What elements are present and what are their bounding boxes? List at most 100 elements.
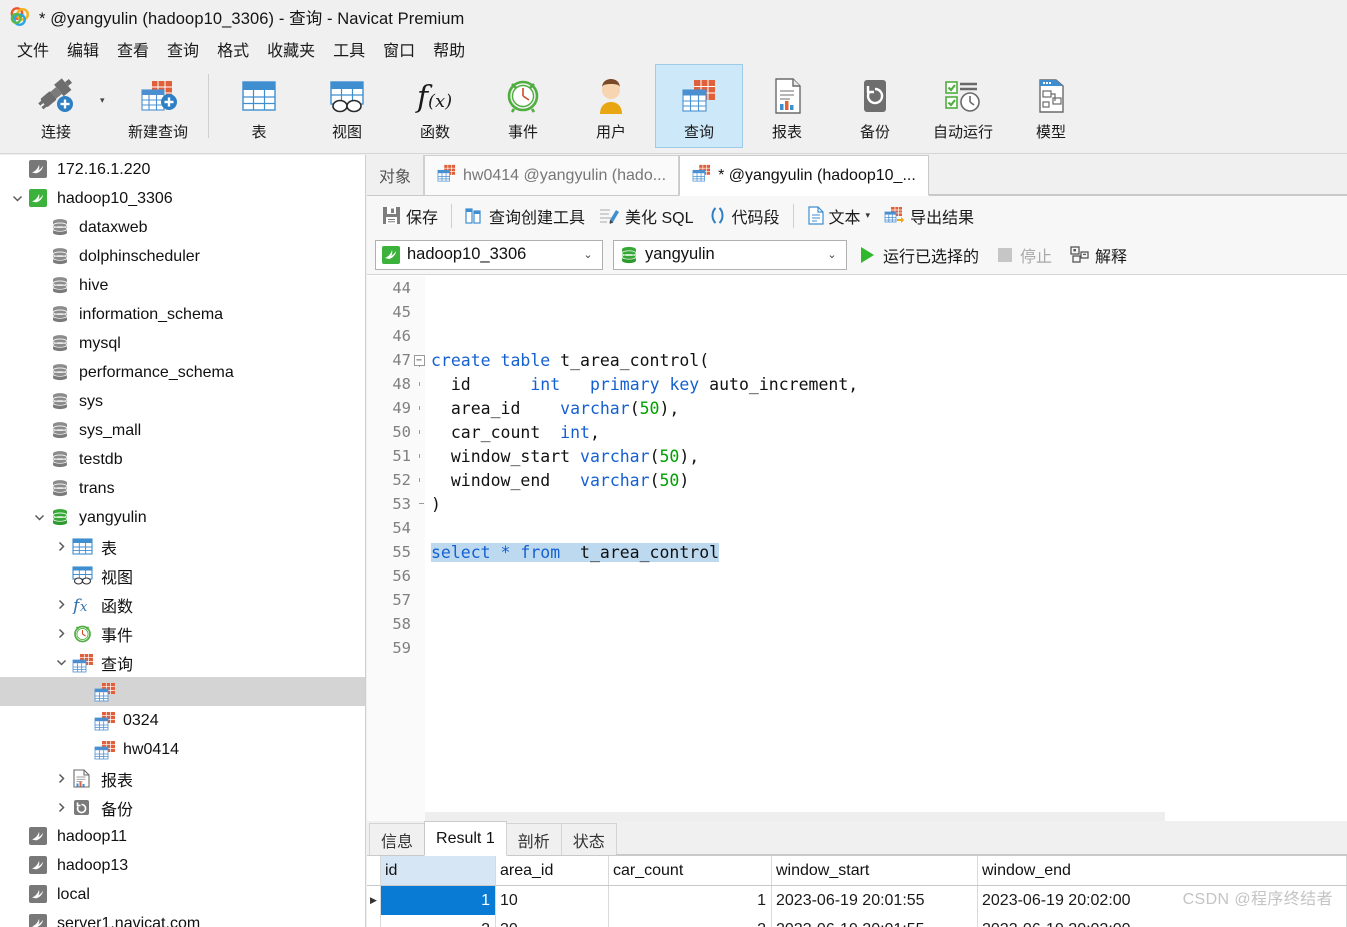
code-line[interactable]: 49 area_id varchar(50), xyxy=(367,396,1347,420)
toolbar-table-button[interactable]: 表 xyxy=(215,64,303,148)
grid-cell[interactable]: 30 xyxy=(496,915,609,927)
chevron-down-icon[interactable] xyxy=(50,657,72,668)
fold-toggle-icon[interactable]: − xyxy=(411,354,427,367)
menu-file[interactable]: 文件 xyxy=(8,35,58,63)
grid-column-header[interactable]: window_start xyxy=(772,856,978,885)
grid-cell[interactable]: 10 xyxy=(496,886,609,915)
text-button[interactable]: 文本 ▾ xyxy=(800,201,878,231)
tree-item-hadoop11[interactable]: hadoop11 xyxy=(0,822,365,851)
toolbar-function-button[interactable]: f (x) 函数 xyxy=(391,64,479,148)
chevron-down-icon[interactable]: ⌄ xyxy=(820,248,844,261)
grid-column-header[interactable]: car_count xyxy=(609,856,772,885)
menu-edit[interactable]: 编辑 xyxy=(58,35,108,63)
grid-cell[interactable]: 1 xyxy=(609,886,772,915)
code-line[interactable]: 50 car_count int, xyxy=(367,420,1347,444)
code-line[interactable]: 54 xyxy=(367,516,1347,540)
toolbar-model-button[interactable]: 模型 xyxy=(1007,64,1095,148)
chevron-right-icon[interactable] xyxy=(50,773,72,784)
tree-item-dataxweb[interactable]: dataxweb xyxy=(0,213,365,242)
run-selected-button[interactable]: 运行已选择的 xyxy=(853,240,985,270)
chevron-right-icon[interactable] xyxy=(50,541,72,552)
connection-dropdown-caret-icon[interactable]: ▾ xyxy=(100,95,114,106)
tree-item-[interactable]: f x 函数 xyxy=(0,590,365,619)
code-line[interactable]: 56 xyxy=(367,564,1347,588)
code-line[interactable]: 58 xyxy=(367,612,1347,636)
chevron-down-icon[interactable]: ⌄ xyxy=(576,248,600,261)
menu-help[interactable]: 帮助 xyxy=(424,35,474,63)
tree-item-[interactable]: 事件 xyxy=(0,619,365,648)
code-line[interactable]: 44 xyxy=(367,276,1347,300)
menu-favorites[interactable]: 收藏夹 xyxy=(258,35,324,63)
tree-item-172.16.1.220[interactable]: 172.16.1.220 xyxy=(0,155,365,184)
code-line[interactable]: 57 xyxy=(367,588,1347,612)
toolbar-connection-button[interactable]: 连接 xyxy=(12,64,100,148)
toolbar-new-query-button[interactable]: 新建查询 xyxy=(114,64,202,148)
text-dropdown-caret-icon[interactable]: ▾ xyxy=(866,210,871,221)
code-snippet-button[interactable]: 代码段 xyxy=(701,201,787,231)
tree-item-sys_mall[interactable]: sys_mall xyxy=(0,416,365,445)
grid-cell[interactable]: 2023-06-19 20:01:55 xyxy=(772,915,978,927)
toolbar-event-button[interactable]: 事件 xyxy=(479,64,567,148)
chevron-down-icon[interactable] xyxy=(28,512,50,523)
editor-horizontal-scrollbar[interactable] xyxy=(425,812,1165,821)
chevron-down-icon[interactable] xyxy=(6,193,28,204)
grid-column-header[interactable]: area_id xyxy=(496,856,609,885)
tab-info[interactable]: 信息 xyxy=(369,823,426,855)
sql-code-area[interactable]: 44 45 46 47− create table t_area_control(48 … xyxy=(367,276,1347,821)
menu-format[interactable]: 格式 xyxy=(208,35,258,63)
menu-view[interactable]: 查看 xyxy=(108,35,158,63)
code-line[interactable]: 46 xyxy=(367,324,1347,348)
grid-cell[interactable]: 1 xyxy=(381,886,496,915)
database-combobox[interactable]: yangyulin ⌄ xyxy=(613,239,847,270)
toolbar-user-button[interactable]: 用户 xyxy=(567,64,655,148)
tree-item-hive[interactable]: hive xyxy=(0,271,365,300)
toolbar-backup-button[interactable]: 备份 xyxy=(831,64,919,148)
menu-tools[interactable]: 工具 xyxy=(324,35,374,63)
table-row[interactable]: 2 30 2 2023-06-19 20:01:55 2023-06-19 20:02:… xyxy=(367,915,1347,927)
tree-item-performance_schema[interactable]: performance_schema xyxy=(0,358,365,387)
tree-item-[interactable]: 报表 xyxy=(0,764,365,793)
tree-item-trans[interactable]: trans xyxy=(0,474,365,503)
grid-cell[interactable]: 2 xyxy=(381,915,496,927)
tree-item-yangyulin[interactable]: yangyulin xyxy=(0,503,365,532)
sql-editor[interactable]: 44 45 46 47− create table t_area_control(48 … xyxy=(367,276,1347,821)
tab-objects[interactable]: 对象 xyxy=(367,155,425,195)
tab-hw0414[interactable]: hw0414 @yangyulin (hado... xyxy=(424,155,680,195)
code-line[interactable]: 59 xyxy=(367,636,1347,660)
grid-column-header[interactable]: window_end xyxy=(978,856,1347,885)
tree-item-local[interactable]: local xyxy=(0,880,365,909)
code-line[interactable]: 51 window_start varchar(50), xyxy=(367,444,1347,468)
tree-item-mysql[interactable]: mysql xyxy=(0,329,365,358)
toolbar-report-button[interactable]: 报表 xyxy=(743,64,831,148)
toolbar-query-button[interactable]: 查询 xyxy=(655,64,743,148)
code-line[interactable]: 47− create table t_area_control( xyxy=(367,348,1347,372)
explain-button[interactable]: 解释 xyxy=(1064,240,1133,270)
grid-cell[interactable]: 2023-06-19 20:01:55 xyxy=(772,886,978,915)
tree-item-[interactable]: 查询 xyxy=(0,648,365,677)
export-result-button[interactable]: 导出结果 xyxy=(877,201,981,231)
beautify-sql-button[interactable]: 美化 SQL xyxy=(592,201,700,231)
tree-item-sys[interactable]: sys xyxy=(0,387,365,416)
connection-combobox[interactable]: hadoop10_3306 ⌄ xyxy=(375,239,603,270)
grid-cell[interactable]: 2 xyxy=(609,915,772,927)
toolbar-automation-button[interactable]: 自动运行 xyxy=(919,64,1007,148)
query-builder-button[interactable]: 查询创建工具 xyxy=(458,201,592,231)
tree-item-[interactable]: 视图 xyxy=(0,561,365,590)
grid-column-header[interactable]: id xyxy=(381,856,496,885)
tree-item-hadoop13[interactable]: hadoop13 xyxy=(0,851,365,880)
tab-current-query[interactable]: * @yangyulin (hadoop10_... xyxy=(679,155,929,196)
tree-item-0324[interactable]: 0324 xyxy=(0,706,365,735)
tree-item-hw0414[interactable]: hw0414 xyxy=(0,735,365,764)
code-line[interactable]: 45 xyxy=(367,300,1347,324)
tree-item-[interactable]: 备份 xyxy=(0,793,365,822)
tree-item-dolphinscheduler[interactable]: dolphinscheduler xyxy=(0,242,365,271)
tree-item-server1.navicat.com[interactable]: server1.navicat.com xyxy=(0,909,365,927)
code-line[interactable]: 53) xyxy=(367,492,1347,516)
code-line[interactable]: 52 window_end varchar(50) xyxy=(367,468,1347,492)
menu-window[interactable]: 窗口 xyxy=(374,35,424,63)
grid-cell[interactable]: 2023-06-19 20:02:00 xyxy=(978,915,1347,927)
toolbar-view-button[interactable]: 视图 xyxy=(303,64,391,148)
tree-item-information_schema[interactable]: information_schema xyxy=(0,300,365,329)
tab-profile[interactable]: 剖析 xyxy=(505,823,562,855)
save-button[interactable]: 保存 xyxy=(375,201,445,231)
